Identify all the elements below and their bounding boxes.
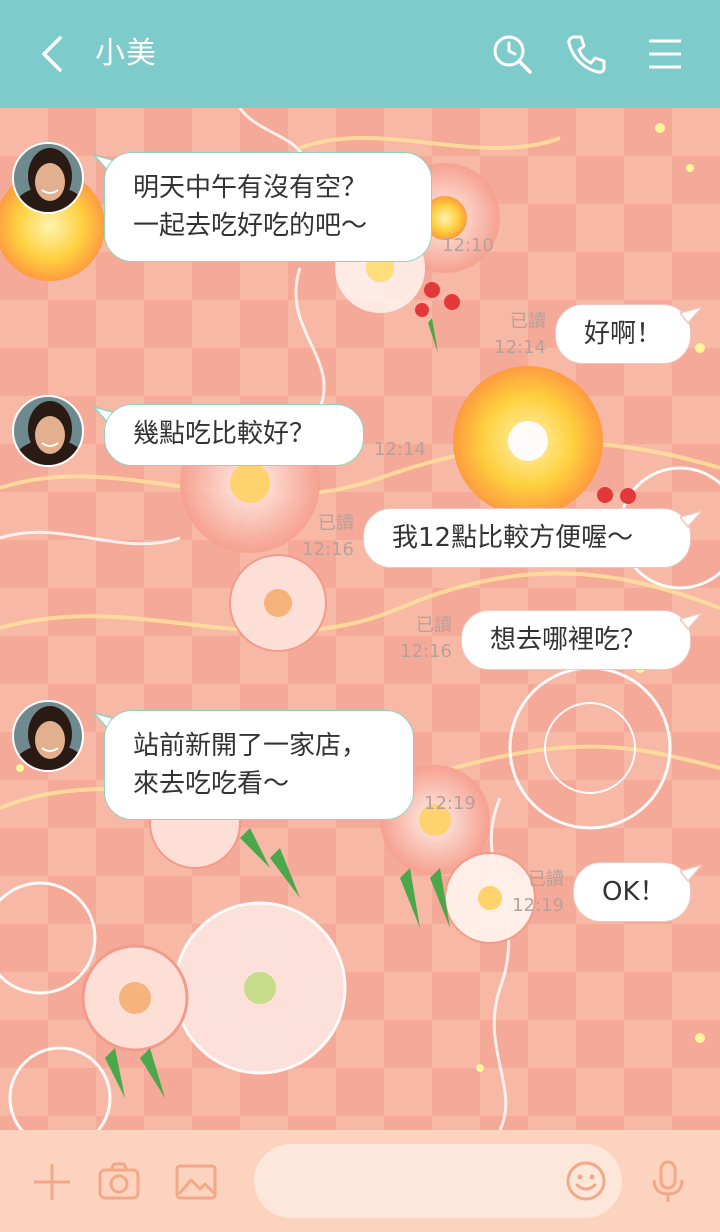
message-time: 12:14 bbox=[374, 439, 426, 460]
message-time: 12:10 bbox=[442, 235, 494, 256]
message-time: 12:16 bbox=[302, 539, 354, 560]
chevron-left-icon[interactable] bbox=[34, 34, 74, 74]
message-text: 幾點吃比較好？ bbox=[133, 419, 316, 449]
smiley-icon[interactable] bbox=[564, 1159, 608, 1203]
message-text: 想去哪裡吃？ bbox=[490, 625, 647, 655]
message-text: OK！ bbox=[602, 877, 666, 907]
message-bubble-incoming[interactable]: 站前新開了一家店， 來去吃吃看〜 bbox=[104, 710, 414, 820]
bubble-tail bbox=[680, 864, 702, 883]
message-time: 12:16 bbox=[400, 641, 452, 662]
contact-avatar[interactable] bbox=[12, 395, 84, 467]
message-bubble-incoming[interactable]: 明天中午有沒有空？ 一起去吃好吃的吧〜 bbox=[104, 152, 432, 262]
phone-icon[interactable] bbox=[565, 32, 609, 76]
message-bubble-outgoing[interactable]: 我12點比較方便喔〜 bbox=[363, 508, 691, 568]
message-text: 好啊！ bbox=[584, 319, 663, 349]
image-icon[interactable] bbox=[174, 1160, 218, 1204]
message-text: 我12點比較方便喔〜 bbox=[392, 523, 634, 553]
hamburger-menu-icon[interactable] bbox=[643, 32, 687, 76]
message-text-line: 明天中午有沒有空？ bbox=[133, 173, 368, 203]
bubble-tail bbox=[680, 306, 702, 325]
bubble-tail bbox=[680, 612, 702, 631]
message-time: 12:19 bbox=[512, 895, 564, 916]
message-time: 12:19 bbox=[424, 793, 476, 814]
message-text-line: 一起去吃好吃的吧〜 bbox=[133, 211, 368, 241]
message-bubble-incoming[interactable]: 幾點吃比較好？ bbox=[104, 404, 364, 466]
read-receipt: 已讀 bbox=[528, 869, 564, 890]
camera-icon[interactable] bbox=[97, 1160, 141, 1204]
search-icon[interactable] bbox=[490, 32, 534, 76]
microphone-icon[interactable] bbox=[646, 1160, 690, 1204]
read-receipt: 已讀 bbox=[318, 513, 354, 534]
message-bubble-outgoing[interactable]: OK！ bbox=[573, 862, 691, 922]
chat-header: 小美 bbox=[0, 0, 720, 108]
chat-title: 小美 bbox=[95, 36, 157, 71]
message-bubble-outgoing[interactable]: 想去哪裡吃？ bbox=[461, 610, 691, 670]
read-receipt: 已讀 bbox=[510, 311, 546, 332]
contact-avatar[interactable] bbox=[12, 700, 84, 772]
message-time: 12:14 bbox=[494, 337, 546, 358]
read-receipt: 已讀 bbox=[416, 615, 452, 636]
contact-avatar[interactable] bbox=[12, 142, 84, 214]
bubble-tail bbox=[680, 510, 702, 529]
message-text-line: 站前新開了一家店， bbox=[133, 731, 368, 761]
message-text-line: 來去吃吃看〜 bbox=[133, 769, 290, 799]
message-input[interactable] bbox=[254, 1144, 622, 1218]
plus-icon[interactable] bbox=[30, 1160, 74, 1204]
message-bubble-outgoing[interactable]: 好啊！ bbox=[555, 304, 691, 364]
